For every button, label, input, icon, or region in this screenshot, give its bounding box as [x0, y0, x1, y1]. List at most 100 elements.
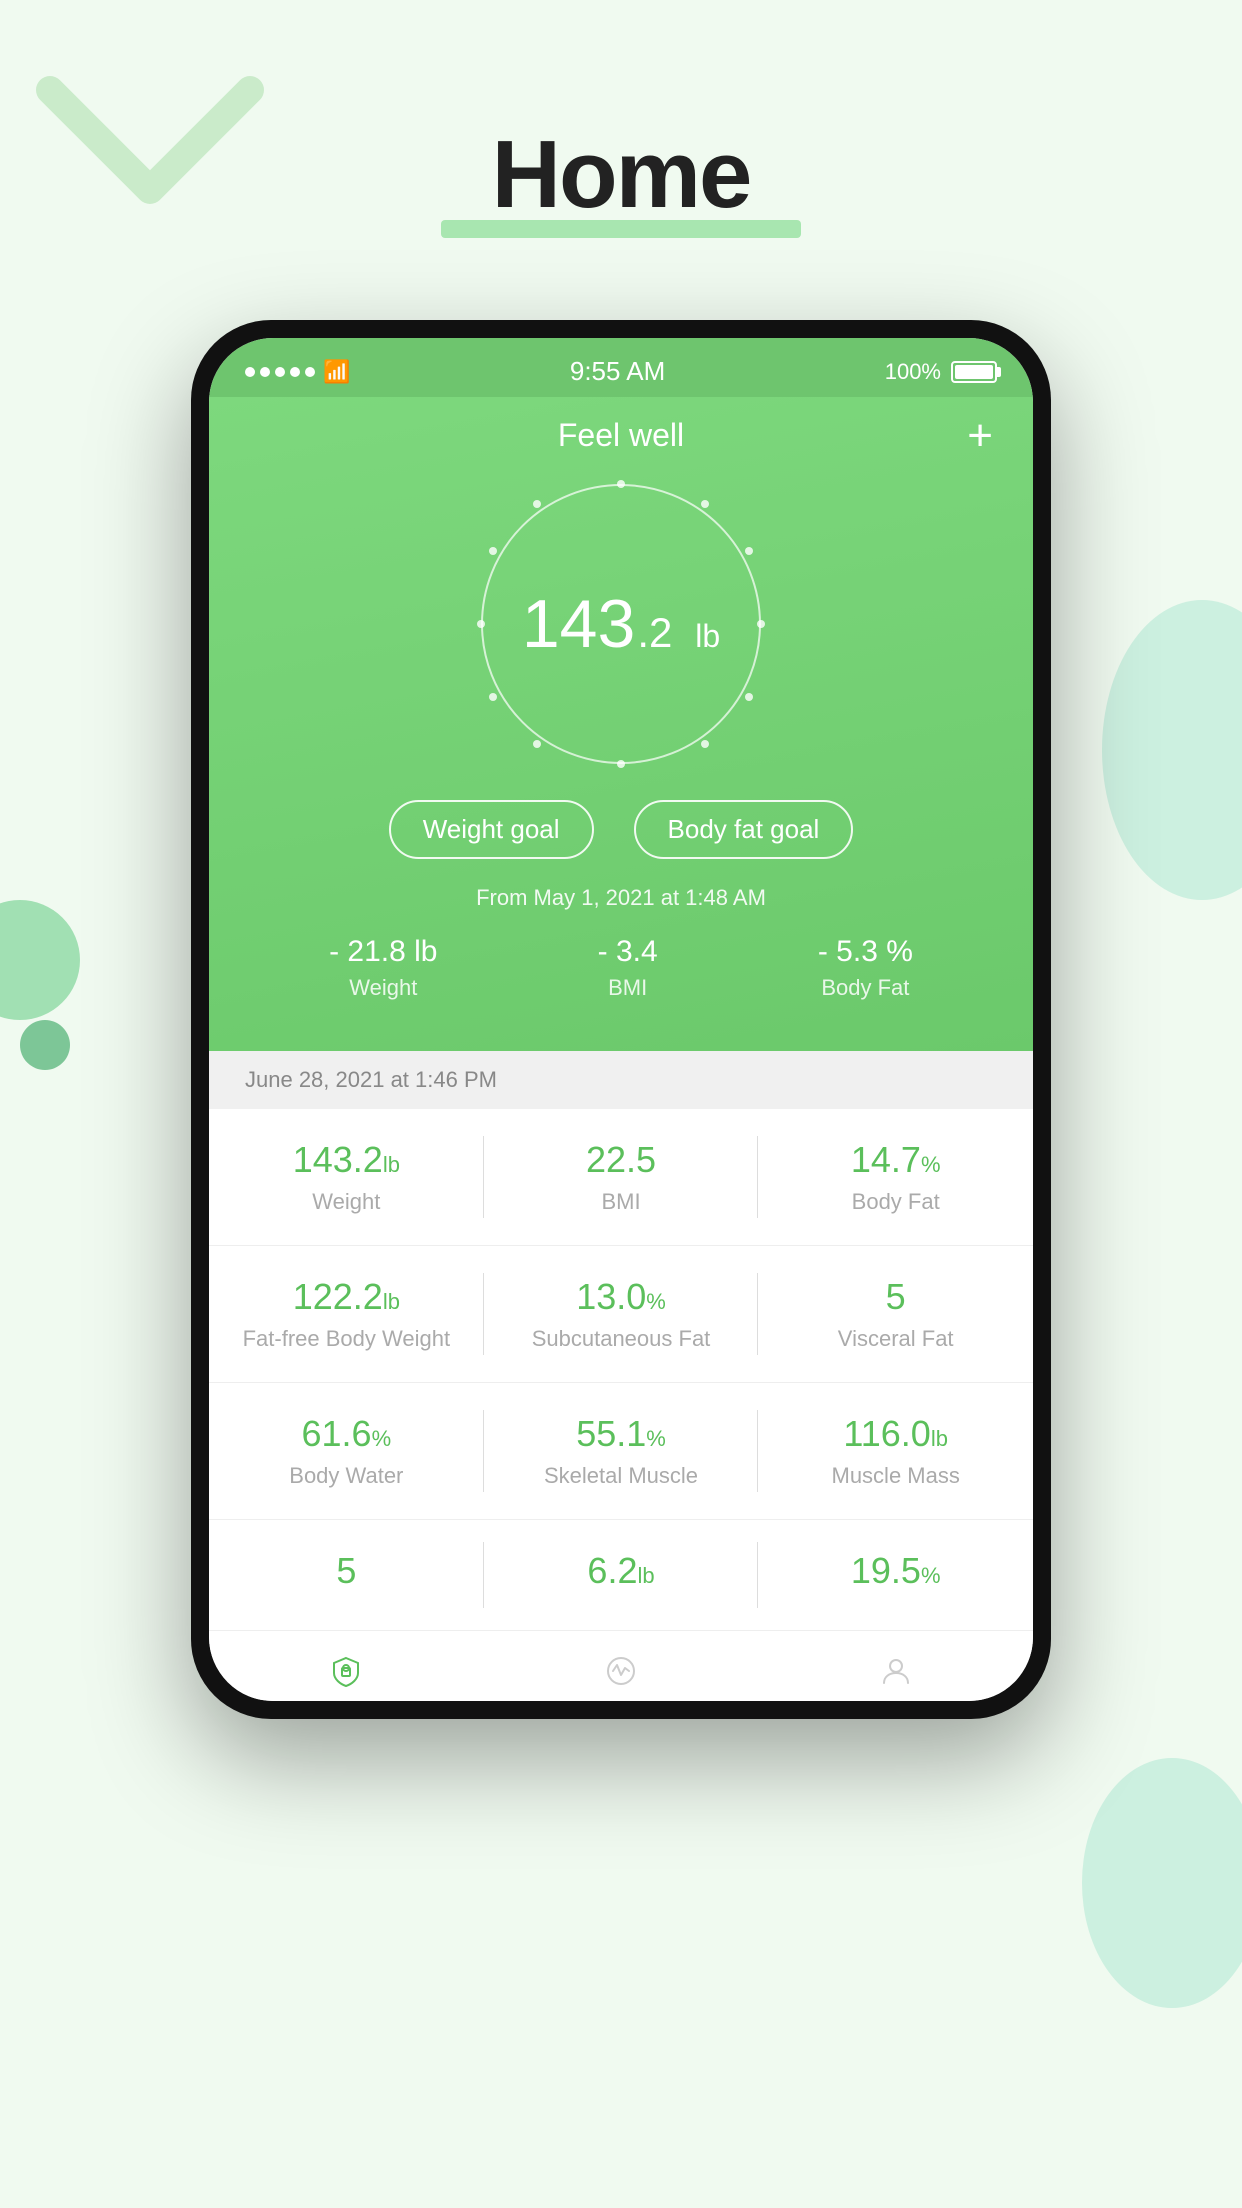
battery-bar [951, 361, 997, 383]
metric-muscle-mass-value: 116.0lb [768, 1413, 1023, 1455]
wifi-icon: 📶 [323, 359, 350, 385]
phone-screen: 📶 9:55 AM 100% Feel well + [209, 338, 1033, 1701]
date-separator: June 28, 2021 at 1:46 PM [209, 1051, 1033, 1109]
status-time: 9:55 AM [570, 356, 665, 387]
green-header: Feel well + [209, 397, 1033, 1051]
metric-r4-col3-value: 19.5% [768, 1550, 1023, 1592]
metric-bodyfat-value: 14.7% [768, 1139, 1023, 1181]
metric-bodyfat-label: Body Fat [768, 1189, 1023, 1215]
bg-blob-right [1102, 600, 1242, 900]
metric-r4-col3[interactable]: 19.5% [758, 1520, 1033, 1630]
metric-visceral[interactable]: 5 Visceral Fat [758, 1246, 1033, 1382]
metrics-section: 143.2lb Weight 22.5 BMI 14.7% [209, 1109, 1033, 1630]
metric-muscle-mass-label: Muscle Mass [768, 1463, 1023, 1489]
metric-weight-value: 143.2lb [219, 1139, 474, 1181]
status-left: 📶 [245, 359, 350, 385]
page-title-section: Home [0, 0, 1242, 238]
nav-item-activity[interactable] [601, 1651, 641, 1691]
weight-unit: lb [695, 618, 720, 655]
metrics-row-2: 122.2lb Fat-free Body Weight 13.0% Subcu… [209, 1246, 1033, 1383]
circle-dot-11 [533, 500, 541, 508]
page-title: Home [492, 120, 751, 230]
metric-muscle-mass[interactable]: 116.0lb Muscle Mass [758, 1383, 1033, 1519]
circle-dot-0 [617, 480, 625, 488]
stat-bodyfat: - 5.3 % Body Fat [818, 935, 913, 1001]
bottom-nav [209, 1630, 1033, 1701]
weight-value-display: 143.2 lb [522, 585, 720, 663]
metric-subcut-fat[interactable]: 13.0% Subcutaneous Fat [484, 1246, 759, 1382]
metric-body-water-label: Body Water [219, 1463, 474, 1489]
phone-wrapper: 📶 9:55 AM 100% Feel well + [191, 320, 1051, 1719]
weight-goal-button[interactable]: Weight goal [389, 800, 594, 859]
metric-fatfree-label: Fat-free Body Weight [219, 1326, 474, 1352]
stat-weight-value: - 21.8 lb [329, 935, 437, 969]
metric-weight-label: Weight [219, 1189, 474, 1215]
body-fat-goal-button[interactable]: Body fat goal [634, 800, 854, 859]
circle-dot-9 [477, 620, 485, 628]
metric-bmi-label: BMI [494, 1189, 749, 1215]
metric-weight[interactable]: 143.2lb Weight [209, 1109, 484, 1245]
circle-dot-4 [745, 693, 753, 701]
stat-bodyfat-value: - 5.3 % [818, 935, 913, 969]
goal-buttons: Weight goal Body fat goal [249, 800, 993, 859]
metric-body-water-value: 61.6% [219, 1413, 474, 1455]
from-date-label: From May 1, 2021 at 1:48 AM [249, 885, 993, 911]
metric-r4-col1[interactable]: 5 [209, 1520, 484, 1630]
metric-bmi-value: 22.5 [494, 1139, 749, 1181]
metrics-row-3: 61.6% Body Water 55.1% Skeletal Muscle 1… [209, 1383, 1033, 1520]
weight-decimal: .2 [637, 609, 672, 657]
metric-subcut-label: Subcutaneous Fat [494, 1326, 749, 1352]
circle-dot-1 [701, 500, 709, 508]
battery-fill [955, 365, 993, 379]
person-icon [876, 1651, 916, 1691]
signal-dot-1 [245, 367, 255, 377]
metric-r4-col2[interactable]: 6.2lb [484, 1520, 759, 1630]
circle-dot-10 [489, 547, 497, 555]
metrics-row-1: 143.2lb Weight 22.5 BMI 14.7% [209, 1109, 1033, 1246]
status-bar: 📶 9:55 AM 100% [209, 338, 1033, 397]
nav-item-home[interactable] [326, 1651, 366, 1691]
signal-dots [245, 367, 315, 377]
stat-bmi-label: BMI [598, 975, 658, 1001]
nav-item-profile[interactable] [876, 1651, 916, 1691]
circle-dot-6 [617, 760, 625, 768]
signal-dot-3 [275, 367, 285, 377]
add-button[interactable]: + [967, 414, 993, 458]
circle-dot-8 [489, 693, 497, 701]
signal-dot-2 [260, 367, 270, 377]
activity-icon [601, 1651, 641, 1691]
battery-percentage: 100% [885, 359, 941, 385]
weight-circle: 143.2 lb [481, 484, 761, 764]
metric-bodyfat[interactable]: 14.7% Body Fat [758, 1109, 1033, 1245]
phone-frame: 📶 9:55 AM 100% Feel well + [191, 320, 1051, 1719]
circle-dot-2 [745, 547, 753, 555]
metric-body-water[interactable]: 61.6% Body Water [209, 1383, 484, 1519]
metric-fatfree[interactable]: 122.2lb Fat-free Body Weight [209, 1246, 484, 1382]
stat-bodyfat-label: Body Fat [818, 975, 913, 1001]
signal-dot-4 [290, 367, 300, 377]
metric-r4-col1-value: 5 [219, 1550, 474, 1592]
metric-skeletal-label: Skeletal Muscle [494, 1463, 749, 1489]
weight-circle-container: 143.2 lb [249, 484, 993, 764]
bg-blob-bottom-right [1082, 1758, 1242, 2008]
bg-blob-left2 [20, 1020, 70, 1070]
circle-dot-5 [701, 740, 709, 748]
metric-skeletal[interactable]: 55.1% Skeletal Muscle [484, 1383, 759, 1519]
metric-skeletal-value: 55.1% [494, 1413, 749, 1455]
stat-bmi-value: - 3.4 [598, 935, 658, 969]
signal-dot-5 [305, 367, 315, 377]
metric-visceral-label: Visceral Fat [768, 1326, 1023, 1352]
stat-bmi: - 3.4 BMI [598, 935, 658, 1001]
metric-bmi[interactable]: 22.5 BMI [484, 1109, 759, 1245]
header-top: Feel well + [249, 417, 993, 454]
status-right: 100% [885, 359, 997, 385]
app-header-title: Feel well [558, 417, 684, 454]
stat-weight-label: Weight [329, 975, 437, 1001]
metric-fatfree-value: 122.2lb [219, 1276, 474, 1318]
metric-r4-col2-value: 6.2lb [494, 1550, 749, 1592]
metrics-row-4: 5 6.2lb 19.5% [209, 1520, 1033, 1630]
metric-visceral-value: 5 [768, 1276, 1023, 1318]
circle-dot-7 [533, 740, 541, 748]
shield-icon [326, 1651, 366, 1691]
circle-dot-3 [757, 620, 765, 628]
